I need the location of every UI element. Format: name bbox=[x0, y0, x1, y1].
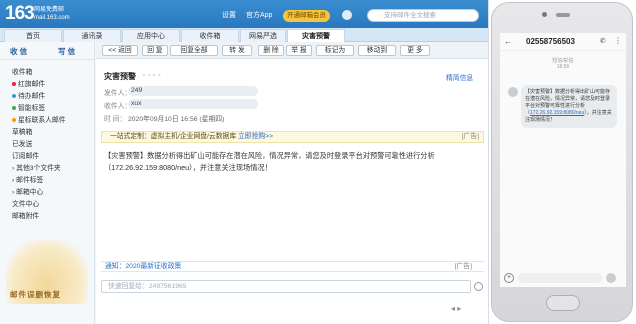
tab-apps[interactable]: 应用中心 bbox=[122, 29, 180, 42]
sms-header: ← 02558756503 ✆ ⋮ bbox=[500, 33, 626, 51]
folder-sent[interactable]: 已发送 bbox=[12, 140, 32, 149]
folder-labels[interactable]: › 邮件标签 bbox=[12, 176, 43, 185]
tab-yanxuan[interactable]: 网易严选 bbox=[240, 29, 286, 42]
folder-label: 其他3个文件夹 bbox=[16, 165, 61, 172]
folder-label: 邮件标签 bbox=[16, 177, 44, 184]
logo-sub-2: mail.163.com bbox=[34, 15, 70, 21]
ad-label: [广告] bbox=[454, 263, 472, 270]
compose-row: 收 信 写 信 bbox=[0, 42, 95, 60]
vip-button[interactable]: 开通邮箱会员 bbox=[283, 10, 330, 22]
tab-warning[interactable]: 灾害预警 bbox=[287, 29, 345, 42]
more-button[interactable]: 更 多 bbox=[400, 45, 430, 56]
top-bar: 163 网易免费邮 mail.163.com 设置 官方App 开通邮箱会员 支… bbox=[0, 0, 488, 28]
tab-inbox[interactable]: 收件箱 bbox=[181, 29, 239, 42]
phone-frame: ← 02558756503 ✆ ⋮ 短信/彩信 16:56 【灾害预警】数据分析… bbox=[491, 2, 633, 322]
compact-info-link[interactable]: 精简信息 bbox=[446, 72, 473, 82]
ad-banner: 一站式定制：虚拟主机/企业网盘/云数据库 立即抢购>> [广告] bbox=[101, 131, 484, 143]
quick-reply-input[interactable]: 快速回复给：2497561965 bbox=[101, 280, 471, 293]
sms-link[interactable]: 172.26.92.159:8080/neu bbox=[530, 110, 584, 116]
ad-label: [广告] bbox=[461, 133, 479, 140]
tag-icon bbox=[12, 106, 16, 111]
folder-inbox[interactable]: 收件箱 bbox=[12, 68, 32, 77]
home-button[interactable] bbox=[546, 295, 580, 311]
time-value: 2020年09月10日 16:56 (星期四) bbox=[128, 116, 225, 123]
folder-label: 邮箱中心 bbox=[16, 189, 44, 196]
nav-arrows-icon[interactable]: ◂ ▸ bbox=[451, 304, 461, 313]
notice-link[interactable]: 通知：2020最新征收政策 bbox=[105, 263, 181, 270]
avatar bbox=[508, 87, 518, 97]
banner-text: 一站式定制：虚拟主机/企业网盘/云数据库 bbox=[110, 133, 237, 140]
search-input[interactable]: 支持邮件全文搜索 bbox=[367, 9, 479, 22]
back-button[interactable]: << 返回 bbox=[102, 45, 138, 56]
folder-flagged[interactable]: 红旗邮件 bbox=[12, 80, 45, 89]
folder-mailbox-center[interactable]: › 邮箱中心 bbox=[12, 188, 43, 197]
phone-icon[interactable]: ✆ bbox=[600, 37, 606, 45]
folder-subscriptions[interactable]: 订阅邮件 bbox=[12, 152, 39, 161]
send-icon[interactable] bbox=[606, 273, 616, 283]
settings-link[interactable]: 设置 bbox=[222, 10, 236, 20]
promo-text[interactable]: 邮件误删恢复 bbox=[10, 289, 61, 300]
sms-meta-type: 短信/彩信 bbox=[552, 58, 574, 64]
sender-value[interactable]: 249 bbox=[128, 86, 258, 96]
star-icon bbox=[12, 118, 16, 123]
folder-label: 智能标签 bbox=[18, 105, 46, 112]
notice-bar: 通知：2020最新征收政策 [广告] bbox=[101, 261, 484, 272]
banner-link[interactable]: 立即抢购>> bbox=[238, 133, 273, 140]
move-to-button[interactable]: 移动到 bbox=[358, 45, 396, 56]
folder-label: 待办邮件 bbox=[18, 93, 46, 100]
logo-sub-1: 网易免费邮 bbox=[34, 7, 65, 13]
mail-body: 【灾害预警】数据分析得出矿山可能存在潜在风险，情况异常，请您及时登录平台对预警可… bbox=[104, 151, 435, 172]
folder-label: 红旗邮件 bbox=[18, 81, 46, 88]
reply-all-button[interactable]: 回复全部 bbox=[170, 45, 218, 56]
folder-files[interactable]: 文件中心 bbox=[12, 200, 39, 209]
sms-meta-time: 16:56 bbox=[556, 64, 570, 70]
message-icon[interactable] bbox=[342, 10, 352, 20]
sms-bubble: 【灾害预警】数据分析得出矿山可能存在潜在风险，情况异常，请您及时登录平台对预警可… bbox=[521, 85, 617, 128]
reply-button[interactable]: 回 复 bbox=[142, 45, 168, 56]
sms-sender-number: 02558756503 bbox=[526, 37, 575, 46]
app-link[interactable]: 官方App bbox=[246, 10, 272, 20]
sidebar: 收 信 写 信 收件箱 红旗邮件 待办邮件 智能标签 星标联系人邮件 草稿箱 已… bbox=[0, 42, 95, 324]
mail-reader: << 返回 回 复 回复全部 转 发 删 除 举 报 标记为 移动到 更 多 灾… bbox=[96, 42, 488, 324]
logo-subtitle: 网易免费邮 mail.163.com bbox=[34, 6, 70, 22]
logo: 163 bbox=[5, 3, 35, 24]
phone-screen: ← 02558756503 ✆ ⋮ 短信/彩信 16:56 【灾害预警】数据分析… bbox=[500, 33, 626, 287]
recipient-value[interactable]: xux bbox=[128, 99, 258, 109]
delete-button[interactable]: 删 除 bbox=[258, 45, 284, 56]
write-button[interactable]: 写 信 bbox=[58, 46, 75, 57]
folder-attachments[interactable]: 邮箱附件 bbox=[12, 212, 39, 221]
forward-button[interactable]: 转 发 bbox=[222, 45, 252, 56]
report-button[interactable]: 举 报 bbox=[286, 45, 312, 56]
folder-todo[interactable]: 待办邮件 bbox=[12, 92, 45, 101]
folder-smart[interactable]: 智能标签 bbox=[12, 104, 45, 113]
mail-subject: 灾害预警 bbox=[104, 72, 136, 81]
add-icon[interactable]: + bbox=[504, 273, 514, 283]
more-icon[interactable]: ⋮ bbox=[614, 36, 622, 45]
sms-input[interactable] bbox=[518, 273, 602, 283]
folder-label: 星标联系人邮件 bbox=[18, 117, 66, 124]
webmail-window: 163 网易免费邮 mail.163.com 设置 官方App 开通邮箱会员 支… bbox=[0, 0, 489, 324]
todo-icon bbox=[12, 94, 16, 99]
mark-as-button[interactable]: 标记为 bbox=[316, 45, 354, 56]
tab-contacts[interactable]: 通讯录 bbox=[63, 29, 121, 42]
speaker-icon bbox=[556, 13, 570, 17]
back-arrow-icon[interactable]: ← bbox=[504, 37, 512, 46]
camera-icon bbox=[542, 12, 547, 17]
folder-other[interactable]: › 其他3个文件夹 bbox=[12, 164, 61, 173]
tab-home[interactable]: 首页 bbox=[4, 29, 62, 42]
mail-toolbar: << 返回 回 复 回复全部 转 发 删 除 举 报 标记为 移动到 更 多 bbox=[96, 42, 488, 59]
time-label: 时 间： bbox=[104, 116, 127, 123]
emoji-icon[interactable] bbox=[474, 282, 483, 291]
folder-starred[interactable]: 星标联系人邮件 bbox=[12, 116, 66, 125]
receive-button[interactable]: 收 信 bbox=[10, 46, 27, 57]
sms-meta: 短信/彩信 16:56 bbox=[500, 57, 626, 70]
tab-bar: 首页 通讯录 应用中心 收件箱 网易严选 灾害预警 bbox=[0, 28, 488, 42]
flag-icon bbox=[12, 82, 16, 87]
subject-icons[interactable]: ▫▫▫▫ bbox=[143, 73, 164, 79]
folder-drafts[interactable]: 草稿箱 bbox=[12, 128, 32, 137]
